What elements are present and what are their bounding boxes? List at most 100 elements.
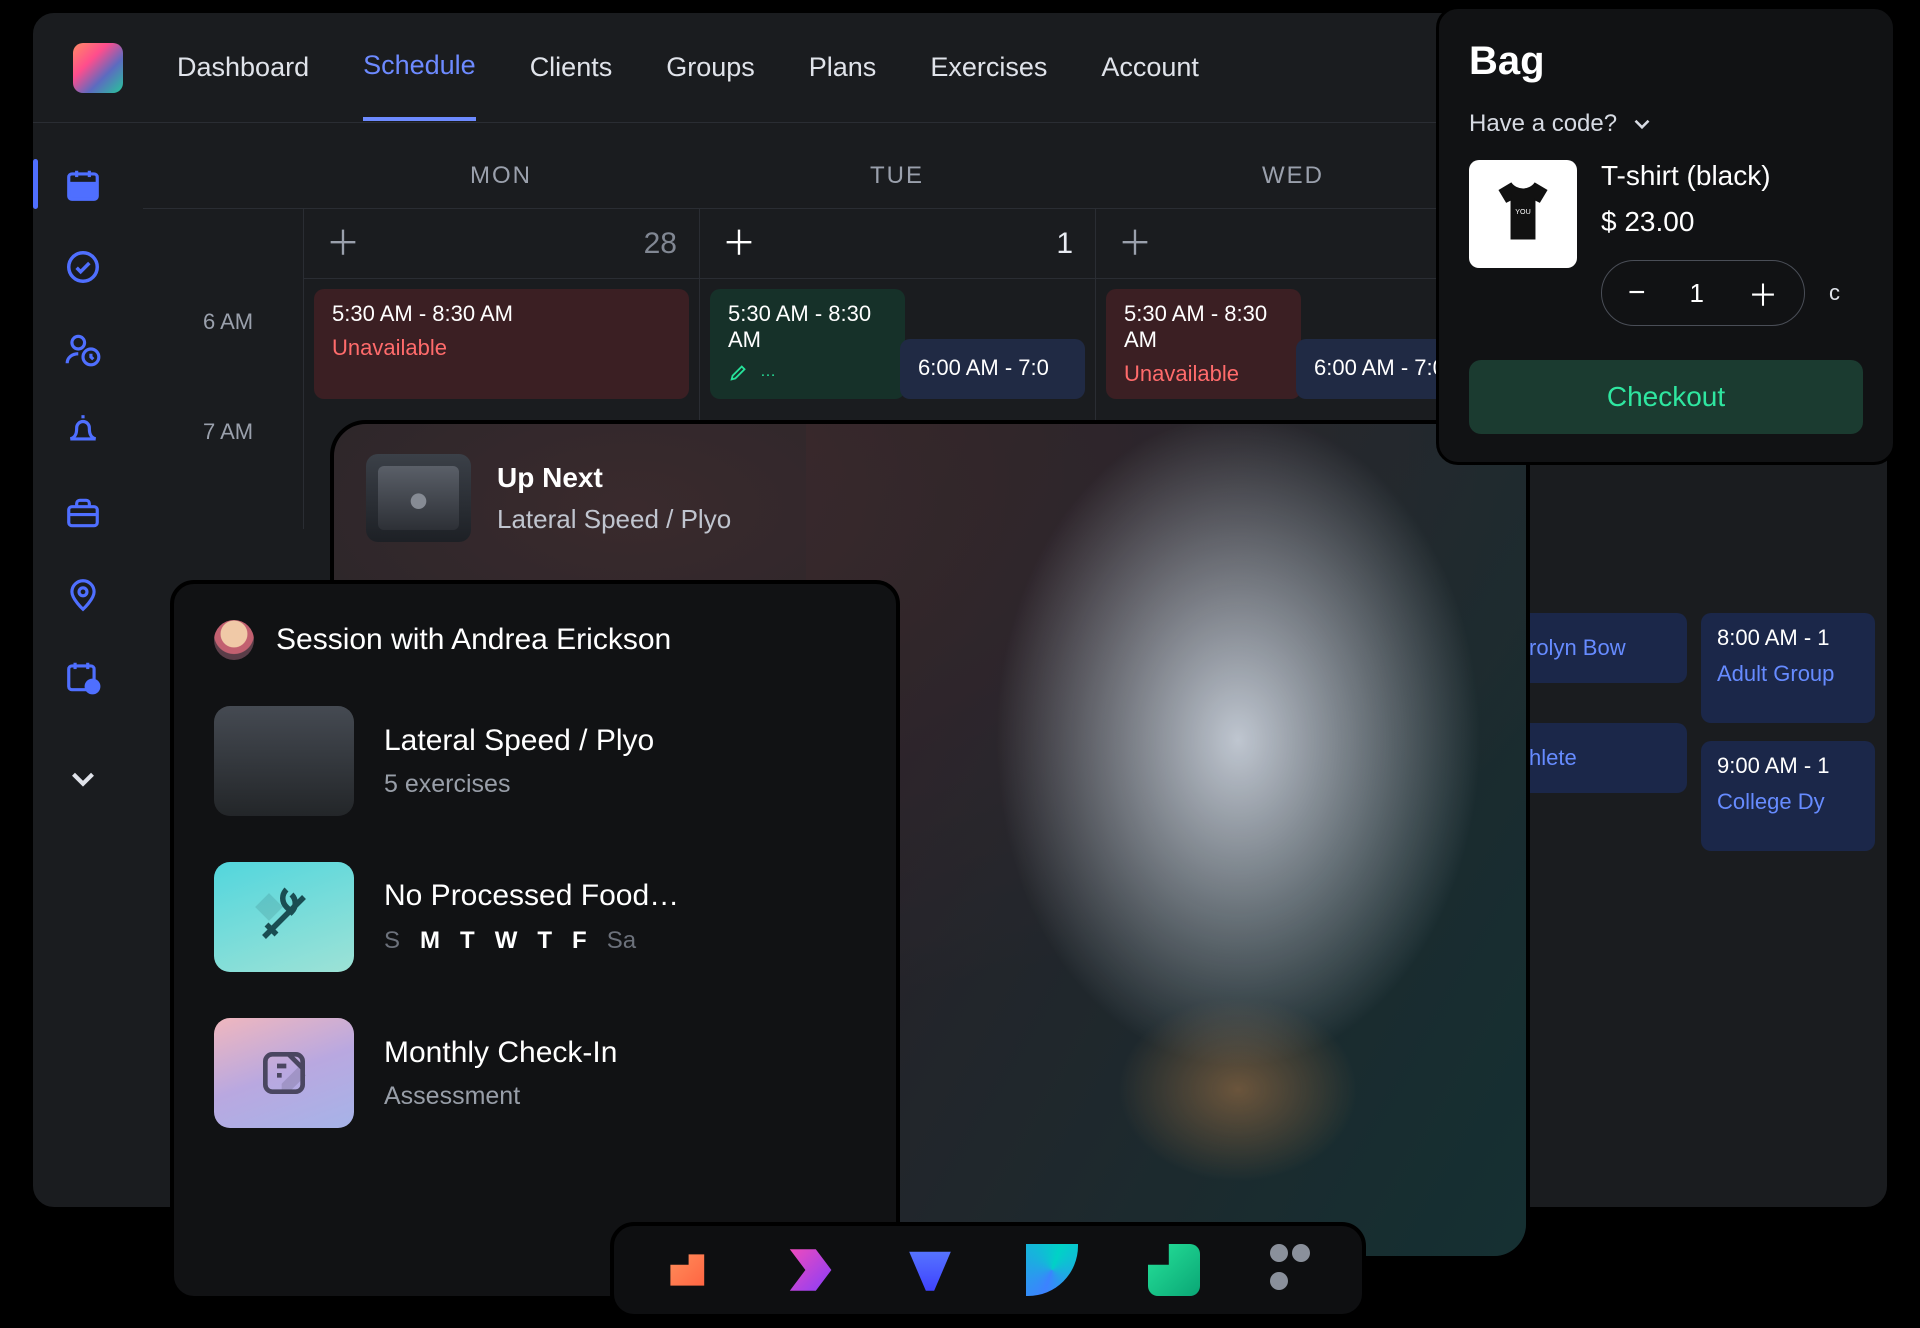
event-label: Adult Group	[1717, 661, 1859, 687]
promo-code-toggle[interactable]: Have a code?	[1469, 110, 1863, 138]
bag-title: Bag	[1469, 39, 1863, 84]
rail-bell-icon[interactable]	[61, 409, 105, 453]
event-tue-6am[interactable]: 6:00 AM - 7:0	[900, 339, 1085, 399]
event-mon-unavailable[interactable]: 5:30 AM - 8:30 AM Unavailable	[314, 289, 689, 399]
time-6am: 6 AM	[203, 309, 303, 419]
dock-app-5[interactable]	[1148, 1244, 1200, 1296]
app-logo	[73, 43, 123, 93]
bag-item[interactable]: YOU T-shirt (black) $ 23.00 − 1 ＋ c	[1469, 160, 1863, 326]
session-item-sub: 5 exercises	[384, 770, 654, 799]
rail-briefcase-icon[interactable]	[61, 491, 105, 535]
weekday: F	[572, 927, 587, 955]
main-nav: Dashboard Schedule Clients Groups Plans …	[177, 50, 1199, 85]
time-7am: 7 AM	[203, 419, 303, 529]
currency-hint: c	[1829, 280, 1840, 306]
weekday-row: SMTWTFSa	[384, 927, 679, 955]
event-more: …	[760, 363, 776, 381]
peek-event[interactable]: 9:00 AM - 1 College Dy	[1701, 741, 1875, 851]
event-label: rolyn Bow	[1529, 635, 1671, 661]
peek-event[interactable]: rolyn Bow	[1513, 613, 1687, 683]
weekday: Sa	[607, 927, 636, 955]
rail-calendar-user-icon[interactable]	[61, 655, 105, 699]
session-item-assessment[interactable]: Monthly Check-In Assessment	[214, 1018, 856, 1128]
quantity-stepper: − 1 ＋	[1601, 260, 1805, 326]
nav-clients[interactable]: Clients	[530, 52, 613, 119]
event-time: 8:00 AM - 1	[1717, 625, 1859, 651]
rail-user-clock-icon[interactable]	[61, 327, 105, 371]
upnext-title: Up Next	[497, 462, 731, 494]
rail-location-icon[interactable]	[61, 573, 105, 617]
dock-app-6[interactable]	[1270, 1244, 1316, 1296]
weekday: W	[495, 927, 518, 955]
session-header: Session with Andrea Erickson	[214, 620, 856, 660]
session-card: Session with Andrea Erickson Lateral Spe…	[170, 580, 900, 1300]
rail-check-circle-icon[interactable]	[61, 245, 105, 289]
svg-text:YOU: YOU	[1515, 208, 1530, 216]
add-event-wed[interactable]: ＋	[1118, 227, 1152, 261]
qty-decrease[interactable]: −	[1628, 276, 1646, 310]
session-item-workout[interactable]: Lateral Speed / Plyo 5 exercises	[214, 706, 856, 816]
event-label: College Dy	[1717, 789, 1859, 815]
day-head-tue: TUE	[699, 162, 1095, 190]
weekday: T	[537, 927, 552, 955]
day-head-wed: WED	[1095, 162, 1491, 190]
bag-item-thumbnail: YOU	[1469, 160, 1577, 268]
event-label: Unavailable	[1124, 361, 1283, 387]
rail-expand-icon[interactable]	[61, 757, 105, 801]
nav-groups[interactable]: Groups	[666, 52, 755, 119]
bag-panel: Bag Have a code? YOU T-shirt (black) $ 2…	[1436, 6, 1896, 465]
weekday: T	[460, 927, 475, 955]
nav-account[interactable]: Account	[1101, 52, 1199, 119]
time-column: 6 AM 7 AM	[203, 209, 303, 529]
nav-dashboard[interactable]: Dashboard	[177, 52, 309, 119]
nav-schedule[interactable]: Schedule	[363, 50, 476, 121]
promo-code-label: Have a code?	[1469, 110, 1617, 138]
tshirt-icon: YOU	[1485, 176, 1561, 252]
peek-col-b: 8:00 AM - 1 Adult Group 9:00 AM - 1 Coll…	[1701, 613, 1875, 869]
dock-app-3[interactable]	[904, 1244, 956, 1296]
qty-increase[interactable]: ＋	[1748, 271, 1778, 315]
bag-item-name: T-shirt (black)	[1601, 160, 1863, 192]
avatar	[214, 620, 254, 660]
event-time: 6:00 AM - 7:0	[918, 355, 1067, 381]
day-head-mon: MON	[303, 162, 699, 190]
workout-thumbnail	[214, 706, 354, 816]
app-dock	[610, 1222, 1366, 1318]
dock-app-4[interactable]	[1026, 1244, 1078, 1296]
dock-app-1[interactable]	[660, 1244, 712, 1296]
checkout-button[interactable]: Checkout	[1469, 360, 1863, 434]
add-event-tue[interactable]: ＋	[722, 227, 756, 261]
upnext-subtitle: Lateral Speed / Plyo	[497, 504, 731, 535]
icon-rail	[33, 143, 133, 801]
event-label: Unavailable	[332, 335, 671, 361]
peek-event[interactable]: hlete	[1513, 723, 1687, 793]
food-icon	[214, 862, 354, 972]
chevron-down-icon	[1629, 111, 1655, 137]
peek-col-a: rolyn Bow hlete	[1513, 613, 1687, 811]
add-event-mon[interactable]: ＋	[326, 227, 360, 261]
rail-calendar-icon[interactable]	[61, 163, 105, 207]
event-label: hlete	[1529, 745, 1671, 771]
assessment-icon	[214, 1018, 354, 1128]
session-item-name: Lateral Speed / Plyo	[384, 724, 654, 758]
nav-exercises[interactable]: Exercises	[930, 52, 1047, 119]
daynum-mon: 28	[644, 227, 677, 261]
event-time: 5:30 AM - 8:30 AM	[1124, 301, 1283, 353]
peek-event[interactable]: 8:00 AM - 1 Adult Group	[1701, 613, 1875, 723]
weekday: M	[420, 927, 440, 955]
dock-app-2[interactable]	[782, 1244, 834, 1296]
event-edit-row: …	[728, 361, 887, 383]
nav-plans[interactable]: Plans	[809, 52, 877, 119]
session-item-name: No Processed Food…	[384, 879, 679, 913]
session-title: Session with Andrea Erickson	[276, 623, 671, 657]
event-time: 9:00 AM - 1	[1717, 753, 1859, 779]
weekday: S	[384, 927, 400, 955]
bag-item-price: $ 23.00	[1601, 206, 1863, 238]
event-tue-session[interactable]: 5:30 AM - 8:30 AM …	[710, 289, 905, 399]
event-time: 5:30 AM - 8:30 AM	[728, 301, 887, 353]
event-wed-unavailable[interactable]: 5:30 AM - 8:30 AM Unavailable	[1106, 289, 1301, 399]
qty-value: 1	[1690, 278, 1704, 309]
session-item-name: Monthly Check-In	[384, 1036, 617, 1070]
session-item-habit[interactable]: No Processed Food… SMTWTFSa	[214, 862, 856, 972]
hero-image	[806, 424, 1526, 1256]
